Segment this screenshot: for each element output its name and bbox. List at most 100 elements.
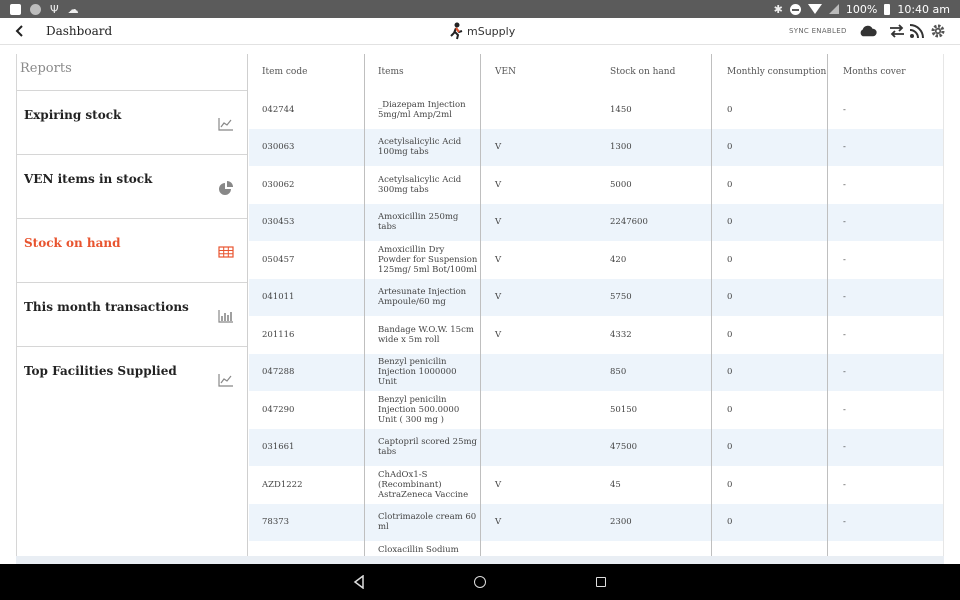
sidebar-item-label: VEN items in stock <box>24 172 153 186</box>
cell-stock-on-hand: 420 <box>610 254 627 265</box>
cell-monthly-consumption: 0 <box>727 142 733 153</box>
bluetooth-icon: ✱ <box>773 2 783 16</box>
cloud-sync-icon[interactable] <box>859 23 877 39</box>
column-header-item-code[interactable]: Item code <box>262 67 307 77</box>
nav-back-icon[interactable] <box>353 575 365 589</box>
cell-ven: V <box>495 517 502 528</box>
table-row[interactable]: 047288 Benzyl penicilin Injection 1000000… <box>249 353 943 391</box>
nav-home-icon[interactable] <box>474 576 486 588</box>
cell-stock-on-hand: 2247600 <box>610 217 648 228</box>
cell-monthly-consumption: 0 <box>727 367 733 378</box>
table-row[interactable]: Cloxacillin Sodium <box>249 541 943 556</box>
app-notification-icon <box>30 3 41 15</box>
back-arrow-icon[interactable] <box>14 25 26 37</box>
sidebar-item-expiring-stock[interactable]: Expiring stock <box>17 91 247 155</box>
cell-months-cover: - <box>843 329 846 340</box>
cell-stock-on-hand: 850 <box>610 367 627 378</box>
cell-item-code: 78373 <box>262 517 290 528</box>
cell-item-name: Acetylsalicylic Acid 100mg tabs <box>378 137 462 158</box>
cell-item-code: 050457 <box>262 254 295 265</box>
clock: 10:40 am <box>897 2 950 16</box>
table-row[interactable]: 047290 Benzyl penicilin Injection 500.000… <box>249 391 943 429</box>
cell-item-name: Amoxicillin 250mg tabs <box>378 212 459 233</box>
cell-stock-on-hand: 1450 <box>610 104 632 115</box>
cell-item-name: Artesunate Injection Ampoule/60 mg <box>378 287 467 308</box>
runner-logo-icon <box>450 22 463 40</box>
battery-icon <box>884 3 891 15</box>
cell-monthly-consumption: 0 <box>727 517 733 528</box>
app-header: Dashboard mSupply SYNC ENABLED <box>0 18 960 45</box>
cell-item-code: 030062 <box>262 179 295 190</box>
status-bar: Ψ ☁ ✱ 100% 10:40 am <box>0 0 960 18</box>
cell-months-cover: - <box>843 254 846 265</box>
sidebar-item-month-transactions[interactable]: This month transactions <box>17 283 247 347</box>
cell-stock-on-hand: 47500 <box>610 442 638 453</box>
reports-sidebar: Reports Expiring stock VEN items in stoc… <box>16 54 248 556</box>
sidebar-item-label: Stock on hand <box>24 236 121 250</box>
cell-stock-on-hand: 50150 <box>610 404 638 415</box>
cell-ven: V <box>495 292 502 303</box>
table-row[interactable]: AZD1222 ChAdOx1-S (Recombinant) AstraZene… <box>249 466 943 504</box>
cell-months-cover: - <box>843 479 846 490</box>
table-row[interactable]: 030062 Acetylsalicylic Acid 300mg tabs V 50… <box>249 166 943 204</box>
sidebar-item-top-facilities[interactable]: Top Facilities Supplied <box>17 347 247 411</box>
table-row[interactable]: 201116 Bandage W.O.W. 15cm wide x 5m roll… <box>249 316 943 354</box>
column-header-months-cover[interactable]: Months cover <box>843 67 906 77</box>
column-header-items[interactable]: Items <box>378 67 404 77</box>
cell-stock-on-hand: 5750 <box>610 292 632 303</box>
cell-item-code: 031661 <box>262 442 295 453</box>
table-icon <box>218 246 234 258</box>
sidebar-item-ven-items[interactable]: VEN items in stock <box>17 155 247 219</box>
system-navigation-bar <box>0 564 960 600</box>
table-header: Item code Items VEN Stock on hand Monthl… <box>249 54 943 91</box>
table-row[interactable]: 042744 _Diazepam Injection 5mg/ml Amp/2ml… <box>249 91 943 129</box>
cell-item-code: 030063 <box>262 142 295 153</box>
cell-months-cover: - <box>843 104 846 115</box>
cell-stock-on-hand: 5000 <box>610 179 632 190</box>
cell-ven: V <box>495 217 502 228</box>
cell-months-cover: - <box>843 442 846 453</box>
line-chart-icon <box>218 374 233 387</box>
cell-ven: V <box>495 179 502 190</box>
sync-status-label: SYNC ENABLED <box>789 27 847 35</box>
cell-item-name: Clotrimazole cream 60 ml <box>378 512 477 533</box>
cell-months-cover: - <box>843 404 846 415</box>
table-row[interactable]: 031661 Captopril scored 25mg tabs 47500 0 - <box>249 428 943 466</box>
column-header-ven[interactable]: VEN <box>495 67 516 77</box>
wifi-icon <box>807 4 822 14</box>
bar-chart-icon <box>218 310 233 323</box>
table-row[interactable]: 78373 Clotrimazole cream 60 ml V 2300 0 - <box>249 503 943 541</box>
cell-item-name: Cloxacillin Sodium <box>378 545 459 555</box>
column-header-stock-on-hand[interactable]: Stock on hand <box>610 67 675 77</box>
nav-recents-icon[interactable] <box>596 577 606 587</box>
column-divider <box>480 54 481 556</box>
column-divider <box>364 54 365 556</box>
cell-stock-on-hand: 1300 <box>610 142 632 153</box>
notification-icon <box>10 3 21 15</box>
sidebar-item-stock-on-hand[interactable]: Stock on hand <box>17 219 247 283</box>
cell-monthly-consumption: 0 <box>727 217 733 228</box>
table-row[interactable]: 030063 Acetylsalicylic Acid 100mg tabs V 13… <box>249 128 943 166</box>
sidebar-item-label: This month transactions <box>24 300 189 314</box>
cell-months-cover: - <box>843 142 846 153</box>
cell-monthly-consumption: 0 <box>727 292 733 303</box>
cell-item-code: 047288 <box>262 367 295 378</box>
transfer-arrows-icon[interactable] <box>888 23 906 39</box>
msupply-logo: mSupply <box>450 22 515 40</box>
table-row[interactable]: 041011 Artesunate Injection Ampoule/60 mg… <box>249 278 943 316</box>
cell-monthly-consumption: 0 <box>727 104 733 115</box>
sidebar-header: Reports <box>17 54 247 91</box>
cell-ven: V <box>495 254 502 265</box>
cell-item-name: ChAdOx1-S (Recombinant) AstraZeneca Vacc… <box>378 469 469 500</box>
cell-item-name: Benzyl penicilin Injection 500.0000 Unit… <box>378 394 460 425</box>
settings-gear-icon[interactable] <box>929 23 947 39</box>
cell-monthly-consumption: 0 <box>727 479 733 490</box>
cell-monthly-consumption: 0 <box>727 254 733 265</box>
logo-text: mSupply <box>467 24 516 38</box>
sidebar-item-label: Top Facilities Supplied <box>24 364 177 378</box>
table-row[interactable]: 050457 Amoxicillin Dry Powder for Suspens… <box>249 241 943 279</box>
rss-feed-icon[interactable] <box>908 23 926 39</box>
cell-months-cover: - <box>843 179 846 190</box>
column-header-monthly-consumption[interactable]: Monthly consumption <box>727 67 826 77</box>
table-row[interactable]: 030453 Amoxicillin 250mg tabs V 2247600 0 - <box>249 203 943 241</box>
